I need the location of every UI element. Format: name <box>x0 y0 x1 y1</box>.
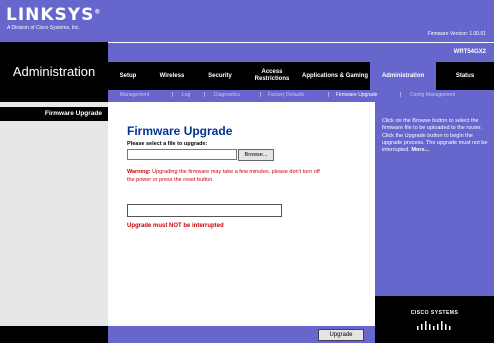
subtab-factory-defaults[interactable]: Factory Defaults <box>268 92 304 98</box>
upgrade-button[interactable]: Upgrade <box>318 329 364 341</box>
browse-button[interactable]: Browse... <box>238 149 274 161</box>
tab-security[interactable]: Security <box>196 62 244 90</box>
warning-text: Upgrading the firmware may take a few mi… <box>127 169 320 183</box>
router-admin-page: LINKSYS® A Division of Cisco Systems, In… <box>0 0 494 343</box>
subtab-log[interactable]: Log <box>182 92 190 98</box>
model-name: WRT54GX2 <box>453 49 486 55</box>
main-tabs: Setup Wireless Security Access Restricti… <box>108 62 494 90</box>
cisco-bridge-icon <box>417 321 451 330</box>
subtab-diagnostics[interactable]: Diagnostics <box>214 92 240 98</box>
main-content: Firmware Upgrade Please select a file to… <box>108 102 375 326</box>
subtab-management[interactable]: Management <box>120 92 149 98</box>
tab-status[interactable]: Status <box>436 62 494 90</box>
subtab-separator: | <box>172 92 174 98</box>
page-title: Administration <box>12 64 96 79</box>
file-select-label: Please select a file to upgrade: <box>127 141 208 147</box>
help-panel: Click on the Browse button to select the… <box>375 102 494 326</box>
cisco-logo-text: CISCO SYSTEMS <box>410 310 459 316</box>
tab-administration[interactable]: Administration <box>370 62 436 90</box>
help-text-block: Click on the Browse button to select the… <box>382 118 488 154</box>
upgrade-warning: Warning: Upgrading the firmware may take… <box>127 168 327 184</box>
interrupt-warning: Upgrade must NOT be interrupted <box>127 223 224 229</box>
upgrade-progress-bar <box>127 204 282 217</box>
tab-setup[interactable]: Setup <box>108 62 148 90</box>
logo-text: LINKSYS <box>6 5 95 25</box>
linksys-logo: LINKSYS® <box>6 5 101 25</box>
subtab-separator: | <box>204 92 206 98</box>
page-heading-block: Administration <box>0 42 108 102</box>
section-label-bar: Firmware Upgrade <box>0 107 108 121</box>
model-bar: WRT54GX2 <box>108 42 494 62</box>
help-text: Click on the Browse button to select the… <box>382 118 488 154</box>
footer-left <box>0 326 108 343</box>
subtab-separator: | <box>328 92 330 98</box>
tab-applications-gaming[interactable]: Applications & Gaming <box>300 62 370 90</box>
section-label: Firmware Upgrade <box>44 110 102 117</box>
help-more-link[interactable]: More... <box>411 147 429 153</box>
file-path-input[interactable] <box>127 149 237 160</box>
cisco-logo-area: CISCO SYSTEMS <box>375 296 494 343</box>
sub-navigation: Management | Log | Diagnostics | Factory… <box>108 90 494 102</box>
footer-bar: Upgrade <box>108 326 375 343</box>
subtab-separator: | <box>400 92 402 98</box>
tab-access-restrictions[interactable]: Access Restrictions <box>244 62 300 90</box>
firmware-version: Firmware Version: 1.00.01 <box>427 31 486 37</box>
tab-wireless[interactable]: Wireless <box>148 62 196 90</box>
subtab-separator: | <box>260 92 262 98</box>
logo-subtitle: A Division of Cisco Systems, Inc. <box>7 25 80 31</box>
section-title: Firmware Upgrade <box>127 124 233 138</box>
subtab-config-management[interactable]: Config Management <box>410 92 455 98</box>
warning-label: Warning: <box>127 169 151 175</box>
subtab-firmware-upgrade[interactable]: Firmware Upgrade <box>336 92 377 98</box>
left-column <box>0 102 108 326</box>
logo-registered-mark: ® <box>94 8 102 16</box>
header-bar: LINKSYS® A Division of Cisco Systems, In… <box>0 0 494 42</box>
